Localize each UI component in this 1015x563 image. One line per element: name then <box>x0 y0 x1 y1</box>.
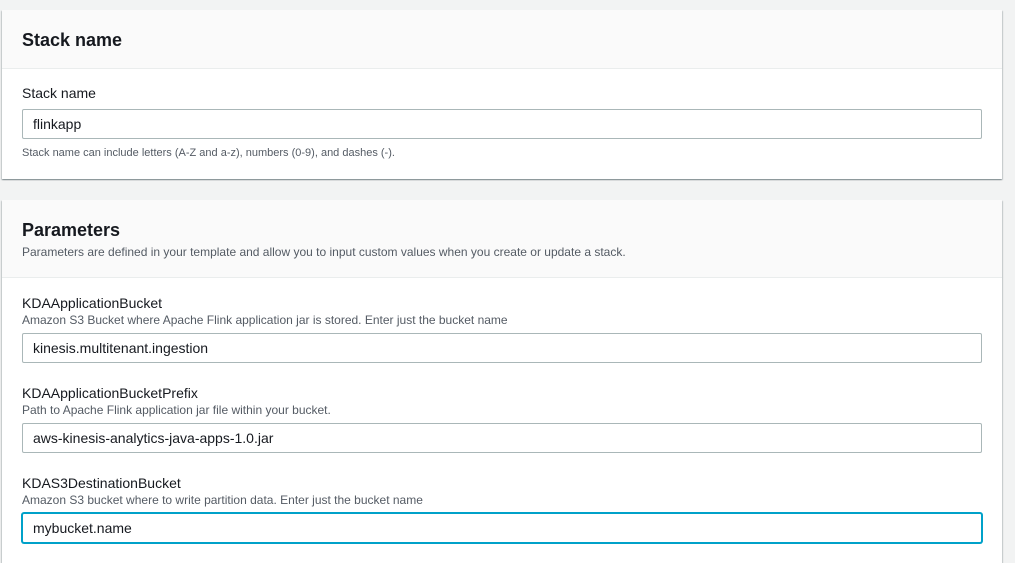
parameters-panel: Parameters Parameters are defined in you… <box>2 200 1002 563</box>
parameter-field: KDAS3DestinationBucket Amazon S3 bucket … <box>22 474 982 563</box>
parameter-description: Amazon S3 Bucket where Apache Flink appl… <box>22 313 508 327</box>
stack-name-panel: Stack name Stack name Stack name can inc… <box>2 10 1002 179</box>
stack-name-constraint: Stack name can include letters (A-Z and … <box>22 147 395 159</box>
parameter-label: KDAApplicationBucket <box>22 295 163 311</box>
parameters-panel-title: Parameters <box>22 220 121 240</box>
parameter-label: KDAS3DestinationBucket <box>22 475 181 491</box>
stack-name-label: Stack name <box>22 85 96 101</box>
parameter-field: KDAApplicationBucket Amazon S3 Bucket wh… <box>22 294 982 384</box>
page: Stack name Stack name Stack name can inc… <box>0 0 1015 563</box>
parameters-panel-header: Parameters Parameters are defined in you… <box>2 200 1002 278</box>
stack-name-input[interactable] <box>22 109 982 139</box>
parameters-panel-description: Parameters are defined in your template … <box>22 245 626 259</box>
stack-name-panel-header: Stack name <box>2 10 1002 69</box>
kda-application-bucket-input[interactable] <box>22 333 982 363</box>
parameters-panel-body: KDAApplicationBucket Amazon S3 Bucket wh… <box>2 278 1002 563</box>
kda-application-bucket-prefix-input[interactable] <box>22 423 982 453</box>
kdas3-destination-bucket-input[interactable] <box>22 513 982 543</box>
parameter-description: Path to Apache Flink application jar fil… <box>22 403 331 417</box>
parameter-label: KDAApplicationBucketPrefix <box>22 385 198 401</box>
stack-name-panel-title: Stack name <box>22 30 123 50</box>
parameter-field: KDAApplicationBucketPrefix Path to Apach… <box>22 384 982 474</box>
stack-name-panel-body: Stack name Stack name can include letter… <box>2 69 1002 160</box>
parameter-description: Amazon S3 bucket where to write partitio… <box>22 493 423 507</box>
